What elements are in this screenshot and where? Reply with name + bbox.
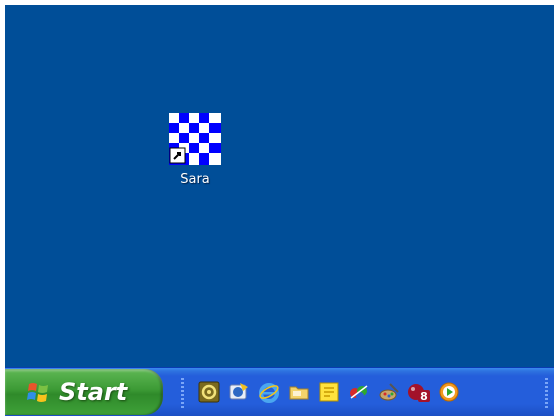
internet-explorer-icon[interactable]: [257, 380, 281, 404]
outlook-express-icon[interactable]: [227, 380, 251, 404]
taskbar-grip-right[interactable]: [545, 378, 548, 408]
start-button[interactable]: Start: [5, 369, 163, 415]
media-center-icon[interactable]: [197, 380, 221, 404]
paint-icon[interactable]: [377, 380, 401, 404]
taskbar: Start 8: [5, 367, 554, 416]
windows-flag-icon: [27, 383, 48, 402]
checkerboard-shortcut-icon: [169, 113, 221, 165]
quick-launch-bar: 8: [197, 376, 467, 408]
desktop: Sara: [5, 5, 554, 367]
folder-icon[interactable]: [287, 380, 311, 404]
network-badge-count: 8: [420, 390, 428, 403]
desktop-icon-label: Sara: [180, 172, 210, 187]
desktop-icon-sara[interactable]: Sara: [157, 113, 233, 188]
sticky-notes-icon[interactable]: [317, 380, 341, 404]
network-badge-icon[interactable]: 8: [407, 380, 431, 404]
media-player-icon[interactable]: [437, 380, 461, 404]
games-icon[interactable]: [347, 380, 371, 404]
start-label: Start: [59, 378, 128, 406]
taskbar-grip[interactable]: [181, 378, 184, 408]
